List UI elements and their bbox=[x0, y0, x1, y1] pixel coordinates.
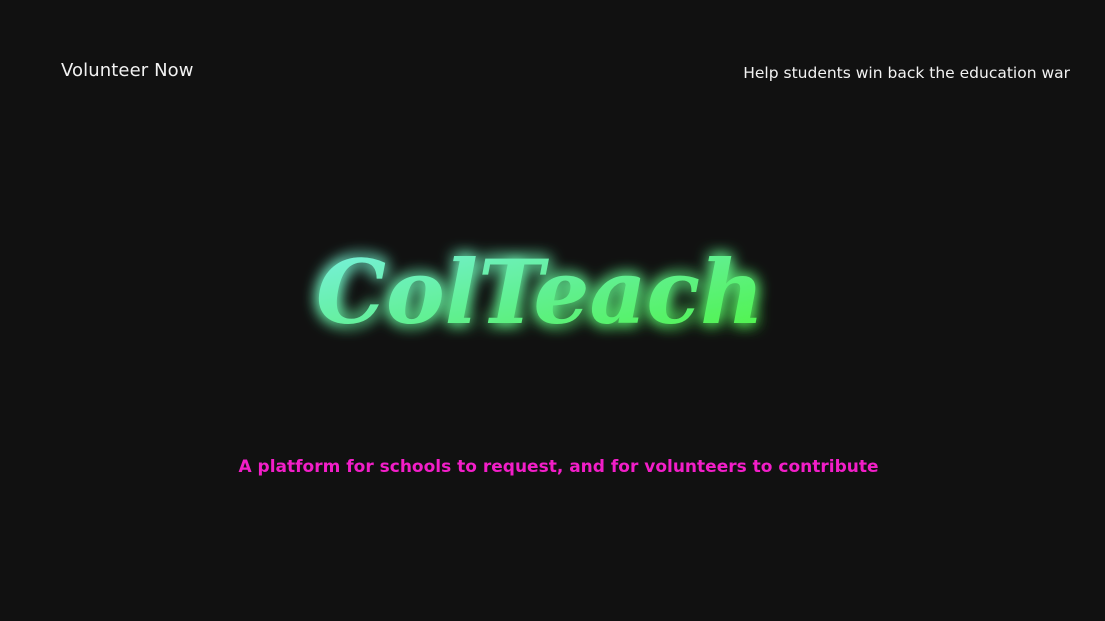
header-tagline: Help students win back the education war bbox=[743, 64, 1070, 82]
volunteer-now-link[interactable]: Volunteer Now bbox=[61, 60, 194, 81]
logo: ColTeach bbox=[300, 220, 780, 360]
logo-wordmark: ColTeach bbox=[316, 240, 764, 344]
logo-text: ColTeach bbox=[316, 240, 764, 344]
hero-subtitle: A platform for schools to request, and f… bbox=[238, 457, 879, 477]
